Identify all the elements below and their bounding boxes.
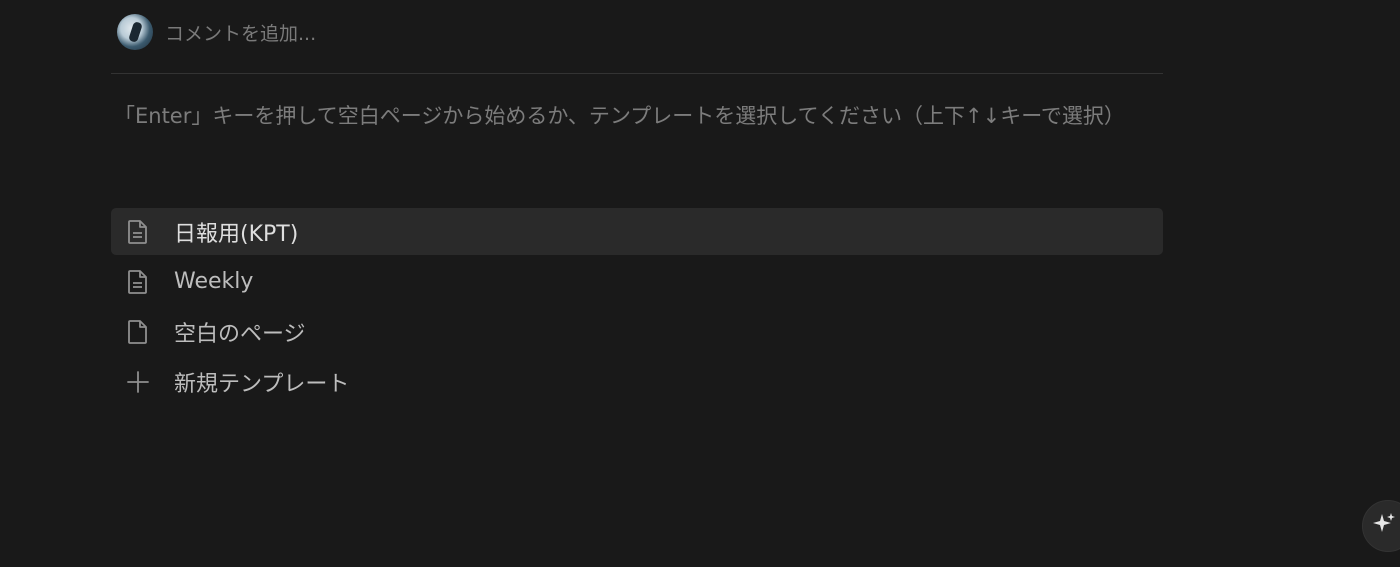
comment-placeholder[interactable]: コメントを追加... — [165, 19, 316, 46]
new-template-button[interactable]: 新規テンプレート — [111, 358, 1163, 405]
sparkle-icon — [1373, 511, 1397, 541]
template-item-label: 新規テンプレート — [174, 371, 350, 397]
document-blank-icon — [125, 319, 151, 345]
template-list: 日報用(KPT) Weekly 空白のページ 新規テンプレート — [111, 208, 1163, 408]
template-item-label: 空白のページ — [174, 321, 306, 347]
divider — [111, 73, 1163, 74]
document-text-icon — [125, 219, 151, 245]
template-item-label: 日報用(KPT) — [174, 221, 299, 247]
template-item-blank-page[interactable]: 空白のページ — [111, 308, 1163, 355]
template-item-label: Weekly — [174, 269, 254, 294]
document-text-icon — [125, 269, 151, 295]
template-picker-page: コメントを追加... 「Enter」キーを押して空白ページから始めるか、テンプレ… — [0, 0, 1400, 567]
plus-icon — [125, 369, 151, 395]
comment-row[interactable]: コメントを追加... — [117, 14, 316, 50]
avatar — [117, 14, 153, 50]
ai-assistant-button[interactable] — [1362, 500, 1400, 552]
template-hint: 「Enter」キーを押して空白ページから始めるか、テンプレートを選択してください… — [114, 104, 1125, 128]
template-item-weekly[interactable]: Weekly — [111, 258, 1163, 305]
template-item-kpt[interactable]: 日報用(KPT) — [111, 208, 1163, 255]
